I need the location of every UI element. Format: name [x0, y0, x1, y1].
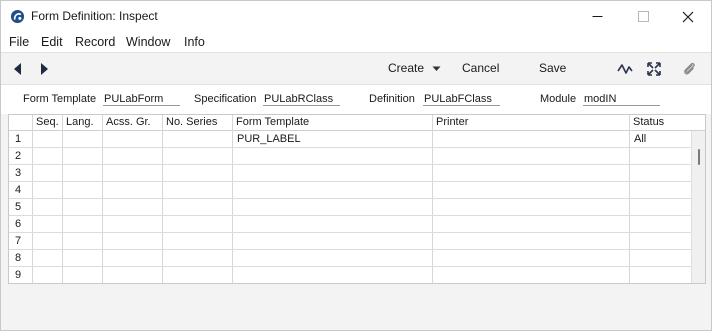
form-template-label: Form Template	[23, 93, 97, 105]
module-field[interactable]: modIN	[583, 93, 660, 106]
create-button[interactable]: Create	[388, 61, 441, 75]
column-header-lang[interactable]: Lang.	[66, 116, 94, 128]
table-row[interactable]: 1 PUR_LABEL All	[9, 131, 691, 148]
grid-area: Seq. Lang. Acss. Gr. No. Series Form Tem…	[1, 114, 711, 330]
form-template-grid: Seq. Lang. Acss. Gr. No. Series Form Tem…	[8, 114, 706, 284]
column-header-form-template[interactable]: Form Template	[236, 116, 309, 128]
row-number: 7	[15, 235, 22, 247]
column-header-access-group[interactable]: Acss. Gr.	[106, 116, 151, 128]
form-definition-window: Form Definition: Inspect File Edit Recor…	[0, 0, 712, 331]
scrollbar-thumb[interactable]	[698, 149, 700, 165]
specification-field[interactable]: PULabRClass	[263, 93, 340, 106]
row-number: 5	[15, 201, 22, 213]
table-row[interactable]: 5	[9, 199, 691, 216]
row-number: 4	[15, 184, 22, 196]
save-button[interactable]: Save	[539, 61, 566, 75]
table-row[interactable]: 3	[9, 165, 691, 182]
vertical-scrollbar[interactable]	[691, 131, 705, 283]
window-title: Form Definition: Inspect	[31, 9, 158, 23]
row-number: 9	[15, 269, 22, 281]
chevron-down-icon	[432, 66, 441, 71]
expand-icon[interactable]	[645, 60, 663, 78]
title-bar: Form Definition: Inspect	[1, 1, 711, 32]
triangle-right-icon[interactable]	[37, 61, 51, 77]
table-row[interactable]: 9	[9, 267, 691, 284]
row-number: 3	[15, 167, 22, 179]
cancel-button[interactable]: Cancel	[462, 61, 499, 75]
module-label: Module	[540, 93, 577, 105]
maximize-button[interactable]	[620, 1, 666, 32]
menu-file[interactable]: File	[9, 35, 29, 49]
create-label: Create	[388, 61, 425, 75]
form-template-field[interactable]: PULabForm	[103, 93, 180, 106]
menu-record[interactable]: Record	[75, 35, 115, 49]
table-row[interactable]: 8	[9, 250, 691, 267]
app-logo-icon	[10, 9, 25, 24]
table-row[interactable]: 6	[9, 216, 691, 233]
row-number: 2	[15, 150, 22, 162]
row-number: 6	[15, 218, 22, 230]
menu-window[interactable]: Window	[126, 35, 170, 49]
column-header-seq[interactable]: Seq.	[36, 116, 59, 128]
specification-label: Specification	[194, 93, 257, 105]
close-icon	[682, 11, 694, 22]
menu-bar: File Edit Record Window Info	[1, 32, 711, 52]
grid-header: Seq. Lang. Acss. Gr. No. Series Form Tem…	[9, 115, 705, 131]
row-number: 8	[15, 252, 22, 264]
paperclip-icon[interactable]	[680, 60, 698, 78]
status-cell[interactable]: All	[634, 133, 646, 145]
toolbar: Create Cancel Save	[1, 52, 711, 84]
header-fields: Form Template PULabForm Specification PU…	[1, 84, 711, 114]
maximize-icon	[637, 11, 649, 22]
minimize-button[interactable]	[574, 1, 620, 32]
table-row[interactable]: 2	[9, 148, 691, 165]
row-number: 1	[15, 133, 22, 145]
minimize-icon	[592, 16, 602, 17]
column-header-printer[interactable]: Printer	[436, 116, 468, 128]
menu-edit[interactable]: Edit	[41, 35, 63, 49]
table-row[interactable]: 7	[9, 233, 691, 250]
definition-label: Definition	[369, 93, 415, 105]
column-header-status[interactable]: Status	[633, 116, 664, 128]
menu-info[interactable]: Info	[184, 35, 205, 49]
form-template-cell[interactable]: PUR_LABEL	[237, 133, 301, 145]
column-header-number-series[interactable]: No. Series	[166, 116, 217, 128]
triangle-left-icon[interactable]	[11, 61, 25, 77]
close-button[interactable]	[665, 1, 711, 32]
activity-icon[interactable]	[616, 60, 634, 78]
table-row[interactable]: 4	[9, 182, 691, 199]
definition-field[interactable]: PULabFClass	[423, 93, 500, 106]
